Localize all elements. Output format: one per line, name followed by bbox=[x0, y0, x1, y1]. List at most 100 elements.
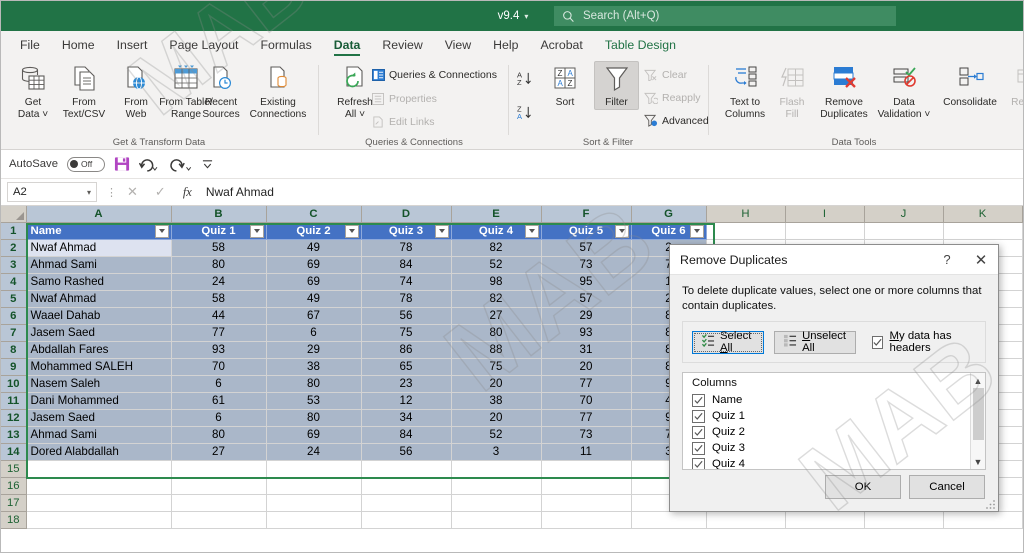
cell-a18[interactable] bbox=[26, 511, 172, 529]
tab-view[interactable]: View bbox=[434, 34, 482, 55]
unselect-all-button[interactable]: Unselect All bbox=[774, 330, 857, 354]
cell-b7[interactable]: 77 bbox=[171, 324, 267, 342]
cell-i1[interactable] bbox=[785, 222, 865, 240]
tab-insert[interactable]: Insert bbox=[106, 34, 159, 55]
cell-b10[interactable]: 6 bbox=[171, 375, 267, 393]
dialog-resize-grip[interactable] bbox=[985, 498, 996, 509]
tab-page-layout[interactable]: Page Layout bbox=[158, 34, 249, 55]
cell-e10[interactable]: 20 bbox=[451, 375, 542, 393]
cell-f15[interactable] bbox=[541, 460, 632, 478]
cell-c9[interactable]: 38 bbox=[266, 358, 362, 376]
cell-k1[interactable] bbox=[943, 222, 1023, 240]
row-header-14[interactable]: 14 bbox=[1, 443, 27, 461]
row-header-8[interactable]: 8 bbox=[1, 341, 27, 359]
get-data-button[interactable]: Get Data ˅ bbox=[5, 62, 61, 120]
cell-e7[interactable]: 80 bbox=[451, 324, 542, 342]
name-box[interactable]: A2 ▾ bbox=[7, 182, 97, 202]
from-text-csv-button[interactable]: From Text/CSV bbox=[56, 62, 112, 120]
cell-d4[interactable]: 74 bbox=[361, 273, 452, 291]
cell-f17[interactable] bbox=[541, 494, 632, 512]
dialog-help-icon[interactable]: ? bbox=[930, 245, 964, 275]
cell-b14[interactable]: 27 bbox=[171, 443, 267, 461]
formula-input[interactable]: Nwaf Ahmad bbox=[206, 185, 1023, 199]
filter-dropdown-quiz3[interactable] bbox=[434, 224, 449, 238]
cell-a6[interactable]: Waael Dahab bbox=[26, 307, 172, 325]
row-header-6[interactable]: 6 bbox=[1, 307, 27, 325]
cell-a3[interactable]: Ahmad Sami bbox=[26, 256, 172, 274]
cell-k18[interactable] bbox=[943, 511, 1023, 529]
column-header-f[interactable]: F bbox=[541, 206, 632, 223]
cell-f18[interactable] bbox=[541, 511, 632, 529]
cell-e12[interactable]: 20 bbox=[451, 409, 542, 427]
cell-c12[interactable]: 80 bbox=[266, 409, 362, 427]
cell-c4[interactable]: 69 bbox=[266, 273, 362, 291]
tab-review[interactable]: Review bbox=[371, 34, 433, 55]
tab-table-design[interactable]: Table Design bbox=[594, 34, 687, 55]
cell-c10[interactable]: 80 bbox=[266, 375, 362, 393]
row-header-18[interactable]: 18 bbox=[1, 511, 27, 529]
save-icon[interactable] bbox=[114, 156, 130, 172]
cell-d3[interactable]: 84 bbox=[361, 256, 452, 274]
search-input[interactable]: Search (Alt+Q) bbox=[554, 6, 896, 26]
cell-a5[interactable]: Nwaf Ahmad bbox=[26, 290, 172, 308]
cell-h18[interactable] bbox=[706, 511, 786, 529]
cell-d15[interactable] bbox=[361, 460, 452, 478]
cell-d16[interactable] bbox=[361, 477, 452, 495]
cell-b12[interactable]: 6 bbox=[171, 409, 267, 427]
column-checkbox-name[interactable] bbox=[692, 393, 705, 407]
tab-formulas[interactable]: Formulas bbox=[249, 34, 322, 55]
cell-c6[interactable]: 67 bbox=[266, 307, 362, 325]
column-checkbox-quiz2[interactable] bbox=[692, 425, 705, 439]
name-box-caret-icon[interactable]: ▾ bbox=[87, 188, 91, 197]
row-header-15[interactable]: 15 bbox=[1, 460, 27, 478]
my-data-has-headers-checkbox[interactable]: My data has headers bbox=[872, 330, 976, 354]
cell-f6[interactable]: 29 bbox=[541, 307, 632, 325]
customize-qat-icon[interactable] bbox=[201, 159, 214, 170]
cell-d8[interactable]: 86 bbox=[361, 341, 452, 359]
cell-c13[interactable]: 69 bbox=[266, 426, 362, 444]
row-header-2[interactable]: 2 bbox=[1, 239, 27, 257]
select-all-corner[interactable] bbox=[1, 206, 27, 223]
row-header-3[interactable]: 3 bbox=[1, 256, 27, 274]
cell-c17[interactable] bbox=[266, 494, 362, 512]
cell-j1[interactable] bbox=[864, 222, 944, 240]
cell-b6[interactable]: 44 bbox=[171, 307, 267, 325]
column-header-b[interactable]: B bbox=[171, 206, 267, 223]
dialog-close-icon[interactable]: ✕ bbox=[964, 245, 998, 275]
cell-b18[interactable] bbox=[171, 511, 267, 529]
dialog-title-bar[interactable]: Remove Duplicates ? ✕ bbox=[670, 245, 998, 275]
cell-f8[interactable]: 31 bbox=[541, 341, 632, 359]
cell-f4[interactable]: 95 bbox=[541, 273, 632, 291]
cell-e13[interactable]: 52 bbox=[451, 426, 542, 444]
tab-help[interactable]: Help bbox=[482, 34, 529, 55]
table-header-quiz5[interactable]: Quiz 5 bbox=[541, 222, 632, 240]
cell-c11[interactable]: 53 bbox=[266, 392, 362, 410]
columns-scrollbar[interactable]: ▲ ▼ bbox=[970, 373, 985, 469]
row-header-5[interactable]: 5 bbox=[1, 290, 27, 308]
row-header-1[interactable]: 1 bbox=[1, 222, 27, 240]
cell-d13[interactable]: 84 bbox=[361, 426, 452, 444]
cell-h1[interactable] bbox=[706, 222, 786, 240]
cell-a14[interactable]: Dored Alabdallah bbox=[26, 443, 172, 461]
row-header-12[interactable]: 12 bbox=[1, 409, 27, 427]
cell-a13[interactable]: Ahmad Sami bbox=[26, 426, 172, 444]
column-checkbox-quiz3[interactable] bbox=[692, 441, 705, 455]
cell-b4[interactable]: 24 bbox=[171, 273, 267, 291]
tab-acrobat[interactable]: Acrobat bbox=[529, 34, 593, 55]
cell-e6[interactable]: 27 bbox=[451, 307, 542, 325]
row-header-7[interactable]: 7 bbox=[1, 324, 27, 342]
filter-dropdown-name[interactable] bbox=[154, 224, 169, 238]
cell-d9[interactable]: 65 bbox=[361, 358, 452, 376]
filter-dropdown-quiz2[interactable] bbox=[344, 224, 359, 238]
cell-j18[interactable] bbox=[864, 511, 944, 529]
cell-e18[interactable] bbox=[451, 511, 542, 529]
cell-a2[interactable]: Nwaf Ahmad bbox=[26, 239, 172, 257]
cell-a4[interactable]: Samo Rashed bbox=[26, 273, 172, 291]
cell-b13[interactable]: 80 bbox=[171, 426, 267, 444]
sort-az-button[interactable]: AZ bbox=[516, 70, 532, 87]
table-header-quiz3[interactable]: Quiz 3 bbox=[361, 222, 452, 240]
cell-d5[interactable]: 78 bbox=[361, 290, 452, 308]
cell-c8[interactable]: 29 bbox=[266, 341, 362, 359]
cell-b9[interactable]: 70 bbox=[171, 358, 267, 376]
cell-e17[interactable] bbox=[451, 494, 542, 512]
